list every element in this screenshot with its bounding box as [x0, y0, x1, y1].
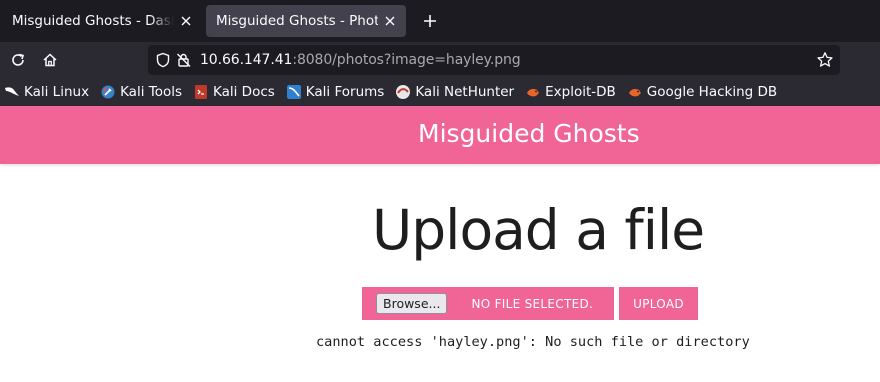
home-button[interactable] — [36, 46, 64, 74]
bookmark-label: Kali Docs — [213, 84, 275, 100]
file-input[interactable]: Browse... NO FILE SELECTED. — [362, 287, 614, 320]
url-path: :8080/photos?image=hayley.png — [292, 52, 521, 68]
bookmark-kali-docs[interactable]: Kali Docs — [193, 84, 275, 100]
url-bar[interactable]: 10.66.147.41:8080/photos?image=hayley.pn… — [148, 45, 840, 75]
browse-button[interactable]: Browse... — [376, 293, 448, 314]
error-message: cannot access 'hayley.png': No such file… — [316, 334, 750, 350]
tab-label: Misguided Ghosts - Photos — [216, 13, 378, 29]
kali-tools-icon — [100, 84, 116, 100]
new-tab-button[interactable] — [416, 7, 444, 35]
close-icon[interactable] — [382, 13, 398, 29]
url-text[interactable]: 10.66.147.41:8080/photos?image=hayley.pn… — [200, 52, 521, 68]
ghdb-icon — [627, 84, 643, 100]
kali-dragon-icon — [4, 84, 20, 100]
tab-dashboard[interactable]: Misguided Ghosts - Dashboard — [2, 5, 202, 37]
exploit-db-icon — [525, 84, 541, 100]
tab-photos[interactable]: Misguided Ghosts - Photos — [206, 5, 406, 37]
star-icon[interactable] — [816, 51, 834, 69]
insecure-lock-icon[interactable] — [176, 52, 192, 68]
bookmark-exploit-db[interactable]: Exploit-DB — [525, 84, 616, 100]
tab-strip: Misguided Ghosts - Dashboard Misguided G… — [0, 0, 880, 42]
file-status-text: NO FILE SELECTED. — [471, 296, 594, 311]
reload-button[interactable] — [4, 46, 32, 74]
bookmark-label: Exploit-DB — [545, 84, 616, 100]
home-icon — [43, 53, 57, 67]
bookmark-kali-linux[interactable]: Kali Linux — [4, 84, 89, 100]
bookmark-label: Kali NetHunter — [415, 84, 515, 100]
bookmark-label: Kali Forums — [305, 84, 385, 100]
bookmark-kali-nethunter[interactable]: Kali NetHunter — [395, 84, 514, 100]
kali-nethunter-icon — [395, 84, 411, 100]
bookmark-label: Kali Linux — [24, 84, 90, 100]
navigation-bar: 10.66.147.41:8080/photos?image=hayley.pn… — [0, 42, 880, 78]
page-title: Upload a file — [372, 198, 705, 262]
reload-icon — [12, 53, 24, 66]
close-icon[interactable] — [178, 13, 194, 29]
kali-forums-icon — [286, 84, 302, 100]
site-header: Misguided Ghosts — [0, 106, 880, 164]
site-title[interactable]: Misguided Ghosts — [418, 119, 640, 148]
bookmark-label: Kali Tools — [120, 84, 182, 100]
url-host: 10.66.147.41 — [200, 52, 293, 68]
bookmark-kali-forums[interactable]: Kali Forums — [286, 84, 385, 100]
bookmarks-bar: Kali Linux Kali Tools Kali Docs Kali For… — [0, 78, 880, 106]
tab-label: Misguided Ghosts - Dashboard — [12, 13, 174, 29]
kali-docs-icon — [193, 84, 209, 100]
bookmark-kali-tools[interactable]: Kali Tools — [100, 84, 182, 100]
bookmark-google-hacking-db[interactable]: Google Hacking DB — [627, 84, 777, 100]
shield-icon[interactable] — [156, 52, 170, 68]
bookmark-label: Google Hacking DB — [646, 84, 778, 100]
page-content: Misguided Ghosts Upload a file Browse...… — [0, 106, 880, 382]
upload-button[interactable]: UPLOAD — [619, 287, 698, 320]
plus-icon — [424, 15, 436, 27]
